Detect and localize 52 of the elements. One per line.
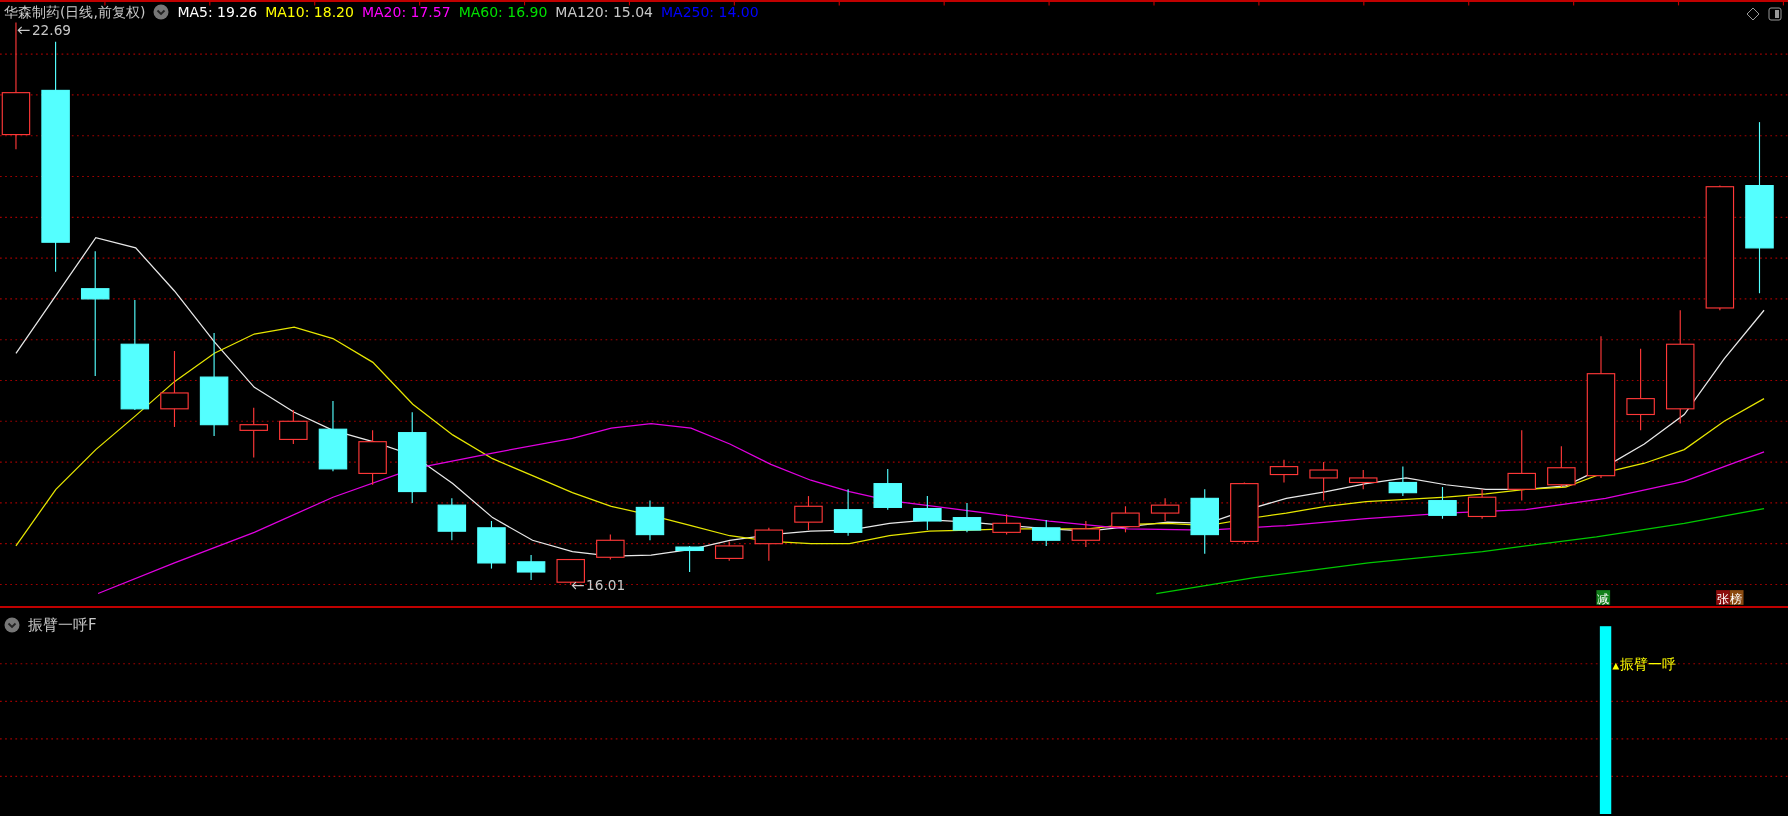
candlestick (1309, 461, 1338, 502)
price-label: 16.01 (586, 577, 626, 594)
moving-average-value: MA5: 19.26 (177, 4, 258, 21)
candlestick (239, 407, 268, 459)
candlestick (1190, 488, 1219, 555)
candlestick (279, 409, 308, 445)
chevron-down-icon[interactable] (153, 4, 170, 21)
candlestick (318, 400, 348, 472)
diamond-icon[interactable] (1746, 7, 1760, 21)
signal-tag: 张 (1716, 590, 1730, 606)
indicator-title: 振臂一呼F (28, 615, 97, 636)
moving-average-value: MA10: 18.20 (265, 4, 354, 21)
moving-average-value: MA250: 14.00 (660, 4, 759, 21)
candlestick (952, 502, 982, 533)
signal-label: 振臂一呼 (1620, 656, 1677, 673)
triangle-up-icon (1612, 662, 1620, 670)
candlestick (477, 520, 506, 570)
price-arrow-icon (571, 581, 585, 590)
candlestick (714, 540, 744, 562)
candlestick (1032, 519, 1061, 547)
moving-average-value: MA120: 15.04 (555, 4, 653, 21)
candlestick (596, 534, 625, 561)
moving-average-value: MA20: 17.57 (361, 4, 451, 21)
candlestick (556, 558, 585, 586)
candlestick (1467, 488, 1497, 520)
candlestick (1111, 505, 1140, 533)
candlestick (1150, 497, 1180, 522)
candlestick (992, 513, 1021, 536)
candlestick (1230, 481, 1259, 545)
candlestick (635, 500, 665, 541)
candlestick (1349, 469, 1378, 490)
candlestick (794, 495, 823, 531)
price-label: 22.69 (31, 21, 72, 38)
candlestick (913, 495, 942, 531)
moving-average-value: MA60: 16.90 (458, 4, 548, 21)
candlestick (873, 468, 902, 511)
stock-title: 华森制药(日线,前复权) (4, 4, 146, 21)
price-arrow-icon (17, 26, 31, 35)
candlestick (833, 488, 863, 537)
candlestick (1269, 459, 1299, 484)
candlestick (1428, 486, 1457, 520)
candlestick (754, 527, 784, 562)
panel-toggle-icon[interactable] (1768, 7, 1782, 21)
chevron-down-icon[interactable] (4, 617, 20, 634)
candlestick (1071, 520, 1101, 548)
candlestick (358, 429, 387, 486)
candlestick (675, 545, 704, 573)
candlestick (437, 497, 467, 541)
candlestick (1547, 445, 1576, 488)
candlestick (516, 554, 546, 581)
candlestick (1388, 466, 1418, 497)
signal-tag: 减 (1596, 590, 1611, 606)
